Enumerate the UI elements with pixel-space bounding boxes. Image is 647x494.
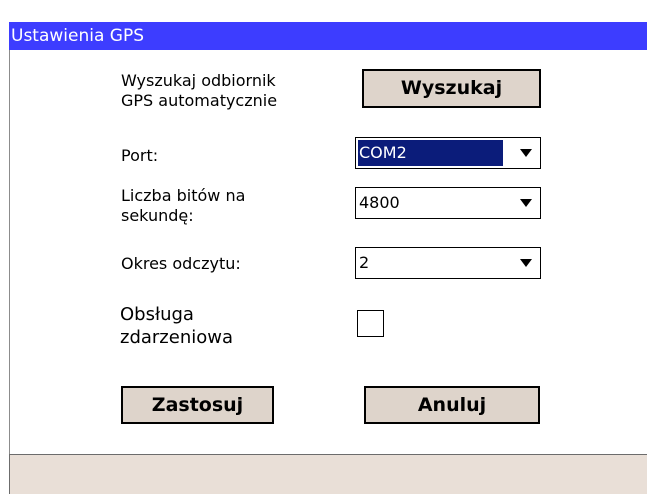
period-dropdown-value: 2 [359, 253, 370, 272]
period-dropdown[interactable]: 2 [355, 247, 541, 279]
baud-label-line2: sekundę: [121, 206, 194, 225]
search-label: Wyszukaj odbiornik GPS automatycznie [121, 71, 277, 111]
baud-dropdown-value: 4800 [359, 193, 400, 212]
search-button[interactable]: Wyszukaj [362, 69, 541, 108]
period-label: Okres odczytu: [121, 254, 241, 273]
window-title: Ustawienia GPS [11, 26, 145, 46]
port-dropdown[interactable]: COM2 [355, 137, 541, 169]
chevron-down-icon[interactable] [520, 259, 532, 267]
chevron-down-icon[interactable] [520, 149, 532, 157]
baud-label: Liczba bitów na sekundę: [121, 186, 245, 226]
port-dropdown-value: COM2 [358, 140, 503, 166]
search-label-line1: Wyszukaj odbiornik [121, 71, 276, 90]
search-label-line2: GPS automatycznie [121, 91, 278, 110]
chevron-down-icon[interactable] [520, 199, 532, 207]
baud-label-line1: Liczba bitów na [121, 186, 246, 205]
settings-window [9, 22, 647, 494]
window-title-bar: Ustawienia GPS [9, 22, 647, 50]
cancel-button[interactable]: Anuluj [364, 386, 540, 424]
apply-button[interactable]: Zastosuj [121, 386, 274, 424]
events-label-line1: Obsługa [120, 304, 194, 325]
events-checkbox[interactable] [357, 310, 384, 337]
baud-dropdown[interactable]: 4800 [355, 187, 541, 219]
port-label: Port: [121, 146, 159, 165]
bottom-menu-bar [9, 454, 647, 494]
events-label-line2: zdarzeniowa [120, 327, 234, 348]
events-label: Obsługa zdarzeniowa [120, 303, 233, 349]
